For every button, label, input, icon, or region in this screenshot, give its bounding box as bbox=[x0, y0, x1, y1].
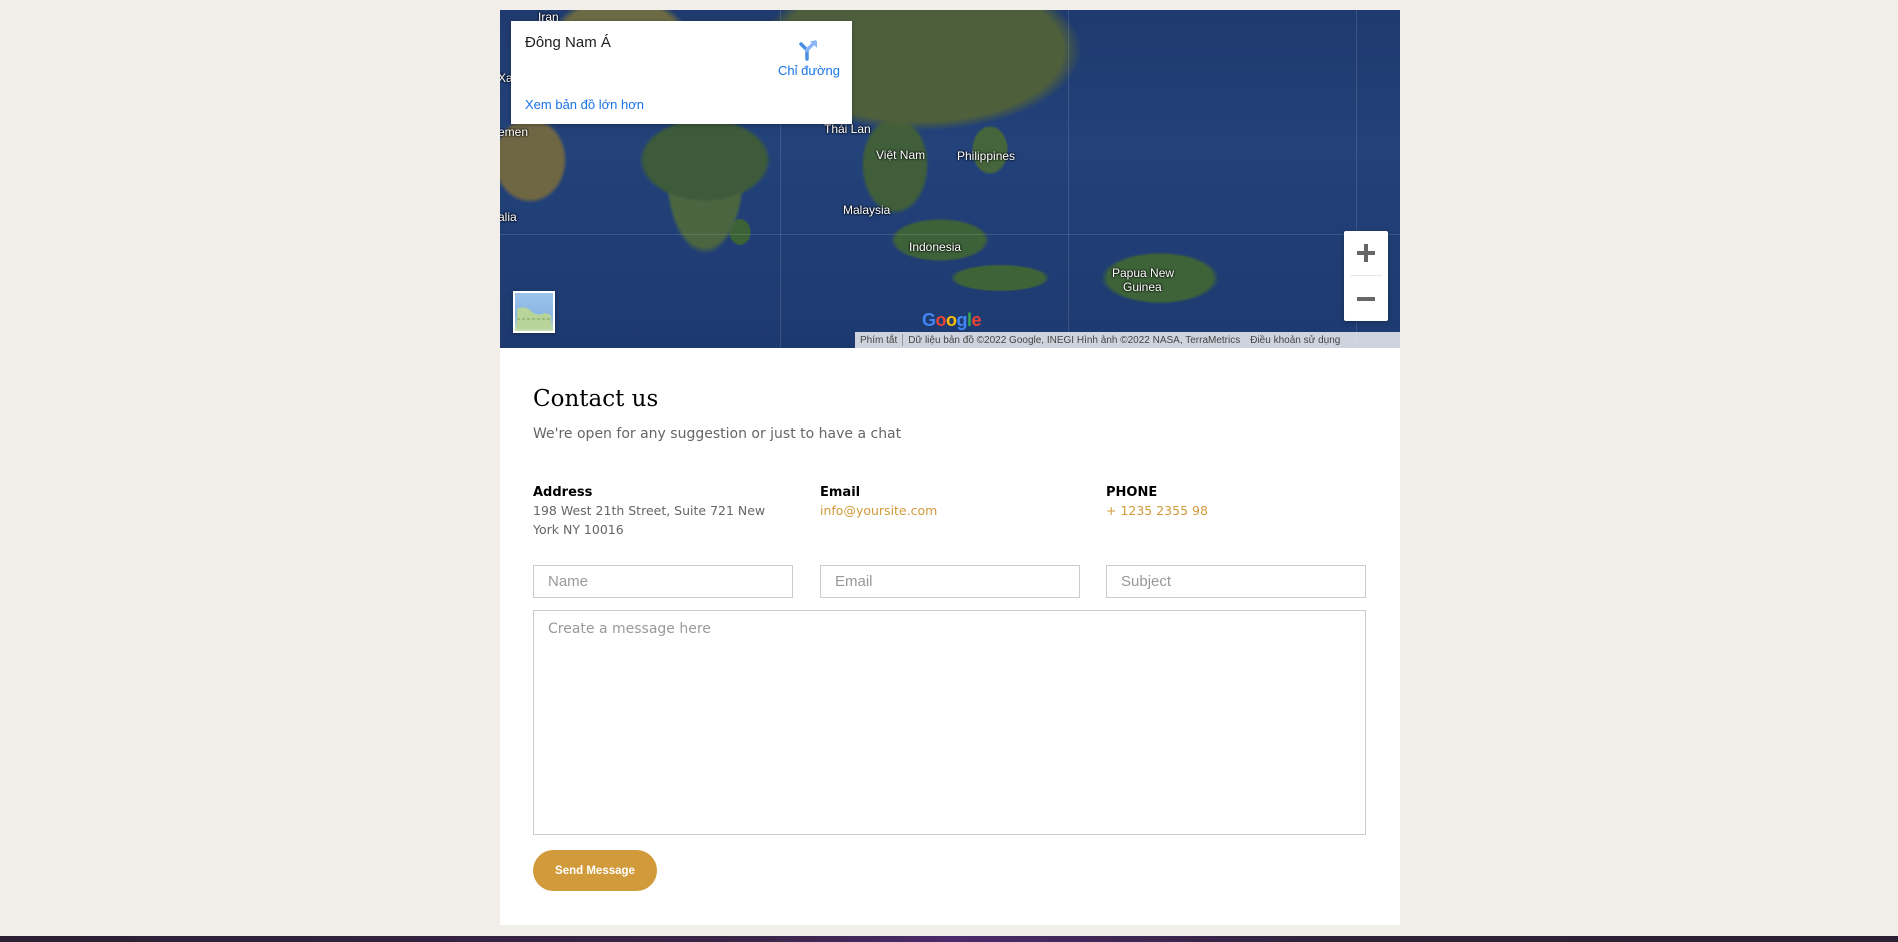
map-data-attribution: Dữ liệu bản đồ ©2022 Google, INEGI Hình … bbox=[908, 334, 1241, 346]
map-label-png-line2: Guinea bbox=[1123, 280, 1162, 294]
address-block: Address 198 West 21th Street, Suite 721 … bbox=[533, 485, 788, 539]
zoom-in-button[interactable] bbox=[1344, 231, 1388, 275]
subject-input[interactable] bbox=[1106, 565, 1366, 598]
zoom-divider bbox=[1350, 275, 1382, 276]
satellite-thumbnail-icon bbox=[517, 307, 551, 329]
map-label-png-line1: Papua New bbox=[1112, 266, 1175, 280]
phone-label: PHONE bbox=[1106, 485, 1158, 500]
email-label: Email bbox=[820, 485, 861, 500]
email-input[interactable] bbox=[820, 565, 1080, 598]
map-layer-toggle[interactable] bbox=[513, 291, 555, 333]
phone-block: PHONE + 1235 2355 98 bbox=[1106, 485, 1361, 520]
map-zoom-control bbox=[1344, 231, 1388, 321]
map-info-box: Đông Nam Á Chỉ đường Xem bản đồ lớn hơn bbox=[511, 21, 852, 124]
map-place-title: Đông Nam Á bbox=[525, 34, 611, 51]
map-label-somalia: alia bbox=[500, 210, 517, 224]
minus-icon bbox=[1357, 297, 1375, 301]
map-attribution-bar: Phím tắt Dữ liệu bản đồ ©2022 Google, IN… bbox=[855, 332, 1400, 348]
directions-arrow-icon bbox=[799, 40, 817, 61]
map-label-philippines: Philippines bbox=[957, 149, 1016, 163]
google-logo: Google bbox=[922, 310, 982, 330]
email-block: Email info@yoursite.com bbox=[820, 485, 1075, 520]
taskbar-strip bbox=[0, 936, 1898, 942]
directions-label: Chỉ đường bbox=[777, 63, 841, 78]
contact-title: Contact us bbox=[533, 386, 659, 412]
message-textarea[interactable] bbox=[533, 610, 1366, 835]
map-gridline bbox=[500, 234, 1400, 235]
send-message-button[interactable]: Send Message bbox=[533, 850, 657, 891]
name-input[interactable] bbox=[533, 565, 793, 598]
keyboard-shortcuts-link[interactable]: Phím tắt bbox=[855, 335, 902, 346]
address-label: Address bbox=[533, 485, 593, 500]
terms-of-use-link[interactable]: Điều khoản sử dụng bbox=[1245, 335, 1345, 346]
map-label-yemen: emen bbox=[500, 125, 529, 139]
plus-icon bbox=[1357, 244, 1375, 262]
zoom-out-button[interactable] bbox=[1344, 277, 1388, 321]
map-label-malaysia: Malaysia bbox=[843, 203, 891, 217]
map-label-thailand: Thái Lan bbox=[824, 122, 871, 136]
view-larger-map-link[interactable]: Xem bản đồ lớn hơn bbox=[525, 97, 644, 112]
address-value: 198 West 21th Street, Suite 721 New York… bbox=[533, 503, 766, 537]
embedded-map[interactable]: Iran Xa emen alia Thái Lan Việt Nam Phil… bbox=[500, 10, 1400, 348]
email-link[interactable]: info@yoursite.com bbox=[820, 501, 1075, 520]
map-gridline bbox=[1068, 10, 1069, 348]
contact-subtitle: We're open for any suggestion or just to… bbox=[533, 426, 902, 442]
directions-button[interactable]: Chỉ đường bbox=[769, 31, 849, 81]
phone-link[interactable]: + 1235 2355 98 bbox=[1106, 501, 1361, 520]
map-label-vietnam: Việt Nam bbox=[876, 148, 926, 162]
contact-card: Iran Xa emen alia Thái Lan Việt Nam Phil… bbox=[500, 10, 1400, 925]
map-label-indonesia: Indonesia bbox=[909, 240, 962, 254]
